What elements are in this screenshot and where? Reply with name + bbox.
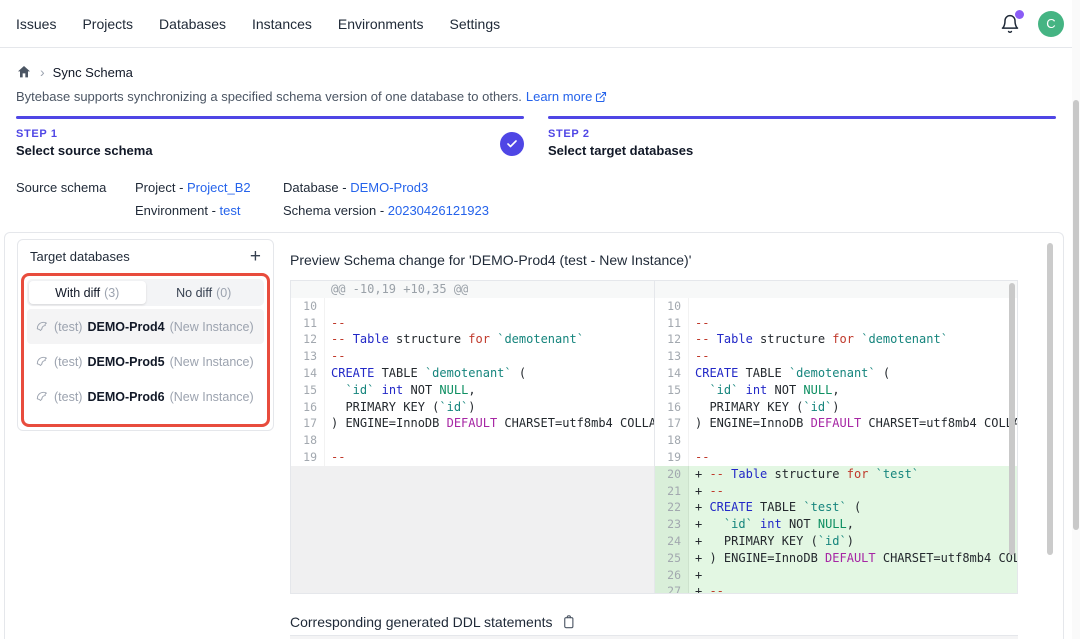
target-list-highlight: With diff(3)No diff(0) (test)DEMO-Prod4(…: [21, 273, 270, 427]
nav-items: Issues Projects Databases Instances Environm…: [16, 16, 500, 32]
external-link-icon: [595, 91, 607, 103]
diff-line: 25+ ) ENGINE=InnoDB DEFAULT CHARSET=utf8…: [655, 550, 1017, 567]
mysql-icon: [35, 355, 49, 369]
schema-diff-editor[interactable]: @@ -10,19 +10,35 @@1011--12-- Table stru…: [290, 280, 1018, 594]
diff-line: 12-- Table structure for `demotenant`: [291, 331, 654, 348]
tab-with-diff[interactable]: With diff(3): [29, 281, 146, 304]
step-1: STEP 1 Select source schema: [16, 116, 524, 158]
nav-item-settings[interactable]: Settings: [450, 16, 501, 32]
diff-line: 19--: [291, 449, 654, 466]
diff-line: 16 PRIMARY KEY (`id`): [291, 399, 654, 416]
diff-line: 27+ --: [655, 583, 1017, 593]
step-1-title: Select source schema: [16, 143, 524, 158]
diff-line: 17) ENGINE=InnoDB DEFAULT CHARSET=utf8mb…: [291, 415, 654, 432]
learn-more-label: Learn more: [526, 89, 592, 104]
step-2-title: Select target databases: [548, 143, 1056, 158]
diff-tabs: With diff(3)No diff(0): [27, 279, 264, 306]
sync-schema-page: Issues Projects Databases Instances Environm…: [0, 0, 1080, 639]
diff-hunk-header: [655, 281, 1017, 298]
target-databases-title: Target databases: [30, 249, 130, 264]
nav-item-issues[interactable]: Issues: [16, 16, 56, 32]
source-field-project: Project - Project_B2: [135, 180, 283, 195]
source-field-value-link[interactable]: DEMO-Prod3: [350, 180, 428, 195]
source-field-value-link[interactable]: Project_B2: [187, 180, 251, 195]
diff-line: 23+ `id` int NOT NULL,: [655, 516, 1017, 533]
diff-line: 11--: [655, 315, 1017, 332]
preview-title: Preview Schema change for 'DEMO-Prod4 (t…: [290, 252, 691, 268]
diff-line: 19--: [655, 449, 1017, 466]
tab-no-diff[interactable]: No diff(0): [146, 281, 263, 304]
intro-text: Bytebase supports synchronizing a specif…: [16, 89, 522, 104]
source-field-value-link[interactable]: 20230426121923: [388, 203, 489, 218]
nav-item-projects[interactable]: Projects: [82, 16, 133, 32]
avatar[interactable]: C: [1038, 11, 1064, 37]
nav-item-databases[interactable]: Databases: [159, 16, 226, 32]
ddl-editor-top: [290, 635, 1018, 639]
diff-pane-modified: 1011--12-- Table structure for `demotena…: [654, 281, 1017, 593]
step-2-label: STEP 2: [548, 128, 1056, 140]
diff-line: 22+ CREATE TABLE `test` (: [655, 499, 1017, 516]
source-field-value-link[interactable]: test: [220, 203, 241, 218]
diff-line: 24+ PRIMARY KEY (`id`): [655, 533, 1017, 550]
step-1-check: [500, 132, 524, 156]
breadcrumb: › Sync Schema: [16, 64, 133, 80]
diff-line: 10: [291, 298, 654, 315]
diff-line: 18: [655, 432, 1017, 449]
diff-line: 21+ --: [655, 483, 1017, 500]
diff-pane-original: @@ -10,19 +10,35 @@1011--12-- Table stru…: [291, 281, 654, 593]
target-database-list: (test)DEMO-Prod4(New Instance)(test)DEMO…: [27, 309, 264, 414]
intro-text-row: Bytebase supports synchronizing a specif…: [16, 89, 607, 104]
page-scrollbar-track: [1072, 0, 1080, 639]
diff-line: 14CREATE TABLE `demotenant` (: [655, 365, 1017, 382]
diff-line: 10: [655, 298, 1017, 315]
target-databases-panel: Target databases + With diff(3)No diff(0…: [17, 239, 274, 431]
diff-hunk-header: @@ -10,19 +10,35 @@: [291, 281, 654, 298]
chevron-right-icon: ›: [40, 65, 45, 79]
nav-item-instances[interactable]: Instances: [252, 16, 312, 32]
main-panel: Target databases + With diff(3)No diff(0…: [4, 232, 1064, 639]
add-target-database-button[interactable]: +: [250, 247, 261, 266]
learn-more-link[interactable]: Learn more: [526, 89, 607, 104]
step-1-bar: [16, 116, 524, 119]
page-scrollbar[interactable]: [1073, 100, 1079, 530]
mysql-icon: [35, 320, 49, 334]
step-2-bar: [548, 116, 1056, 119]
source-schema-label: Source schema: [16, 180, 106, 195]
diff-line: 17) ENGINE=InnoDB DEFAULT CHARSET=utf8mb…: [655, 415, 1017, 432]
source-field-schema-version: Schema version - 20230426121923: [283, 203, 489, 218]
notification-dot: [1015, 10, 1024, 19]
mysql-icon: [35, 390, 49, 404]
source-schema-fields: Project - Project_B2Database - DEMO-Prod…: [135, 180, 489, 218]
top-nav: Issues Projects Databases Instances Environm…: [0, 0, 1080, 48]
diff-line: 18: [291, 432, 654, 449]
source-field-environment: Environment - test: [135, 203, 283, 218]
target-db-row-demo-prod4[interactable]: (test)DEMO-Prod4(New Instance): [27, 309, 264, 344]
diff-line: 14CREATE TABLE `demotenant` (: [291, 365, 654, 382]
diff-scrollbar[interactable]: [1009, 283, 1015, 555]
diff-line: 13--: [655, 348, 1017, 365]
check-icon: [506, 138, 518, 150]
step-1-label: STEP 1: [16, 128, 524, 140]
diff-line: 20+ -- Table structure for `test`: [655, 466, 1017, 483]
diff-line: 15 `id` int NOT NULL,: [291, 382, 654, 399]
notifications-button[interactable]: [1000, 13, 1022, 35]
diff-line: 16 PRIMARY KEY (`id`): [655, 399, 1017, 416]
diff-line: 11--: [291, 315, 654, 332]
diff-empty-filler: [291, 466, 654, 593]
diff-line: 13--: [291, 348, 654, 365]
target-db-row-demo-prod5[interactable]: (test)DEMO-Prod5(New Instance): [27, 344, 264, 379]
diff-line: 12-- Table structure for `demotenant`: [655, 331, 1017, 348]
copy-ddl-button[interactable]: [561, 614, 576, 630]
ddl-title: Corresponding generated DDL statements: [290, 614, 553, 630]
step-2: STEP 2 Select target databases: [548, 116, 1056, 158]
breadcrumb-current: Sync Schema: [53, 65, 133, 80]
source-field-database: Database - DEMO-Prod3: [283, 180, 489, 195]
panel-scrollbar[interactable]: [1047, 243, 1053, 555]
diff-line: 15 `id` int NOT NULL,: [655, 382, 1017, 399]
diff-line: 26+: [655, 567, 1017, 584]
home-icon[interactable]: [16, 64, 32, 80]
nav-item-environments[interactable]: Environments: [338, 16, 424, 32]
target-db-row-demo-prod6[interactable]: (test)DEMO-Prod6(New Instance): [27, 379, 264, 414]
